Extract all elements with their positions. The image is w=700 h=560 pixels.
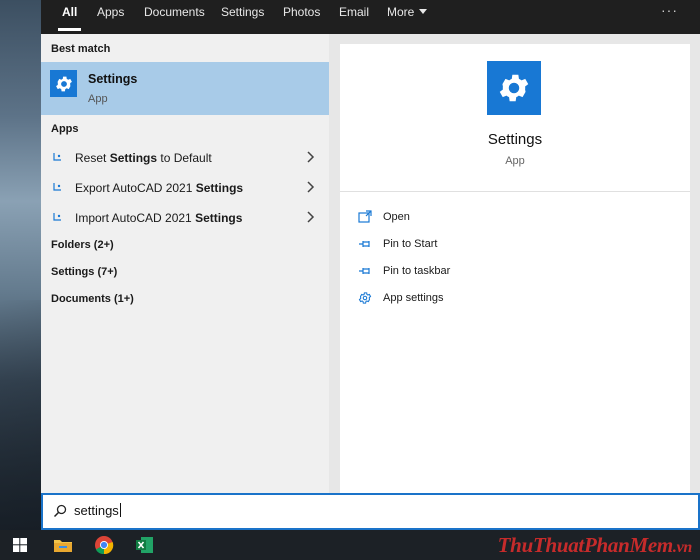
tab-all[interactable]: All bbox=[57, 0, 82, 34]
details-card: Settings App Open Pin to Start Pin to ta… bbox=[340, 44, 690, 493]
group-settings[interactable]: Settings (7+) bbox=[51, 266, 117, 278]
app-result-export-autocad[interactable]: Export AutoCAD 2021 Settings bbox=[41, 173, 329, 203]
chevron-right-icon[interactable] bbox=[306, 151, 315, 163]
group-documents[interactable]: Documents (1+) bbox=[51, 293, 134, 305]
best-match-subtitle: App bbox=[88, 93, 108, 105]
gear-icon bbox=[50, 70, 77, 97]
desktop-background bbox=[0, 0, 41, 530]
divider bbox=[340, 191, 690, 192]
app-result-import-autocad[interactable]: Import AutoCAD 2021 Settings bbox=[41, 203, 329, 233]
details-title: Settings bbox=[487, 131, 543, 148]
tab-email[interactable]: Email bbox=[339, 0, 369, 34]
gear-icon bbox=[358, 292, 372, 304]
search-query: settings bbox=[74, 503, 121, 518]
details-pane: Settings App Open Pin to Start Pin to ta… bbox=[329, 34, 700, 493]
best-match-result[interactable]: Settings App bbox=[41, 62, 329, 115]
windows-start-icon[interactable] bbox=[0, 530, 40, 560]
tab-apps[interactable]: Apps bbox=[97, 0, 124, 34]
app-result-label: Export AutoCAD 2021 Settings bbox=[75, 181, 244, 195]
action-label: Pin to taskbar bbox=[383, 265, 451, 277]
gear-icon bbox=[487, 61, 541, 115]
details-subtitle: App bbox=[505, 155, 525, 167]
action-label: Open bbox=[383, 211, 410, 223]
tab-more-label: More bbox=[387, 5, 415, 19]
best-match-heading: Best match bbox=[51, 43, 111, 55]
results-pane: Best match Settings App Apps Reset Setti… bbox=[41, 34, 329, 493]
action-label: Pin to Start bbox=[383, 238, 438, 250]
app-result-label: Import AutoCAD 2021 Settings bbox=[75, 211, 243, 225]
app-list-icon bbox=[53, 213, 61, 221]
chevron-right-icon[interactable] bbox=[306, 211, 315, 223]
excel-icon[interactable] bbox=[125, 530, 165, 560]
more-options-button[interactable]: ··· bbox=[661, 2, 678, 18]
apps-heading: Apps bbox=[51, 123, 79, 135]
taskbar: ThuThuatPhanMem.vn bbox=[0, 530, 700, 560]
pin-icon bbox=[359, 268, 370, 274]
app-list-icon bbox=[53, 153, 61, 161]
file-explorer-icon[interactable] bbox=[43, 530, 83, 560]
tab-documents[interactable]: Documents bbox=[144, 0, 205, 34]
group-folders[interactable]: Folders (2+) bbox=[51, 239, 114, 251]
search-scope-tabs: All Apps Documents Settings Photos Email… bbox=[41, 0, 700, 34]
chevron-right-icon[interactable] bbox=[306, 181, 315, 193]
chevron-down-icon bbox=[419, 9, 428, 14]
tab-more[interactable]: More bbox=[387, 0, 428, 34]
search-input[interactable]: settings bbox=[41, 493, 700, 530]
text-cursor bbox=[119, 503, 121, 517]
best-match-title: Settings bbox=[88, 72, 138, 86]
open-icon bbox=[358, 210, 372, 223]
action-label: App settings bbox=[383, 292, 444, 304]
app-result-reset-settings[interactable]: Reset Settings to Default bbox=[41, 143, 329, 173]
watermark-logo: ThuThuatPhanMem.vn bbox=[497, 533, 693, 557]
app-list-icon bbox=[53, 183, 61, 191]
tab-settings[interactable]: Settings bbox=[221, 0, 264, 34]
pin-icon bbox=[359, 241, 370, 247]
chrome-icon[interactable] bbox=[84, 530, 124, 560]
tab-photos[interactable]: Photos bbox=[283, 0, 320, 34]
search-icon bbox=[53, 504, 67, 518]
app-result-label: Reset Settings to Default bbox=[75, 151, 212, 165]
